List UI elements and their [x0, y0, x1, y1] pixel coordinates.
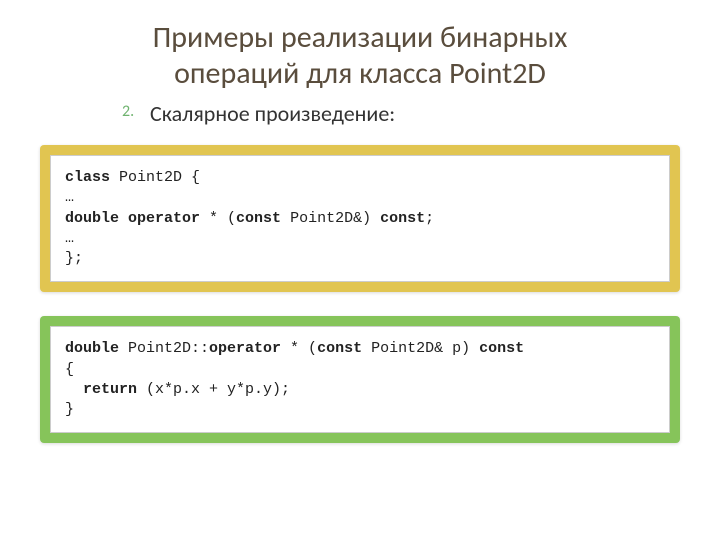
code-text: …: [65, 189, 74, 206]
code-text: Point2D&): [281, 210, 380, 227]
kw-class: class: [65, 169, 110, 186]
kw-return: return: [83, 381, 137, 398]
code-text: };: [65, 250, 83, 267]
kw-operator: operator: [209, 340, 281, 357]
kw-const: const: [479, 340, 524, 357]
subtitle-row: 2. Скалярное произведение:: [150, 100, 720, 139]
code-definition: double Point2D::operator * (const Point2…: [50, 326, 670, 433]
code-text: (x*p.x + y*p.y);: [137, 381, 290, 398]
code-text: Point2D {: [110, 169, 200, 186]
kw-const: const: [236, 210, 281, 227]
subtitle-text: Скалярное произведение:: [150, 100, 395, 127]
code-text: ;: [425, 210, 434, 227]
code-box-declaration: class Point2D { … double operator * (con…: [40, 145, 680, 292]
page-title: Примеры реализации бинарных операций для…: [0, 0, 720, 100]
title-line-2: операций для класса Point2D: [174, 55, 546, 92]
kw-const: const: [380, 210, 425, 227]
kw-double: double: [65, 340, 119, 357]
kw-double-operator: double operator: [65, 210, 200, 227]
slide: Примеры реализации бинарных операций для…: [0, 0, 720, 540]
code-text: * (: [281, 340, 317, 357]
code-declaration: class Point2D { … double operator * (con…: [50, 155, 670, 282]
code-text: * (: [200, 210, 236, 227]
list-number: 2.: [122, 102, 134, 121]
code-box-definition: double Point2D::operator * (const Point2…: [40, 316, 680, 443]
code-text: …: [65, 230, 74, 247]
title-line-1: Примеры реализации бинарных: [153, 19, 568, 56]
code-text: {: [65, 361, 74, 378]
kw-const: const: [317, 340, 362, 357]
code-text: }: [65, 401, 74, 418]
code-text: Point2D& p): [362, 340, 479, 357]
code-text: [65, 381, 83, 398]
code-text: Point2D::: [119, 340, 209, 357]
